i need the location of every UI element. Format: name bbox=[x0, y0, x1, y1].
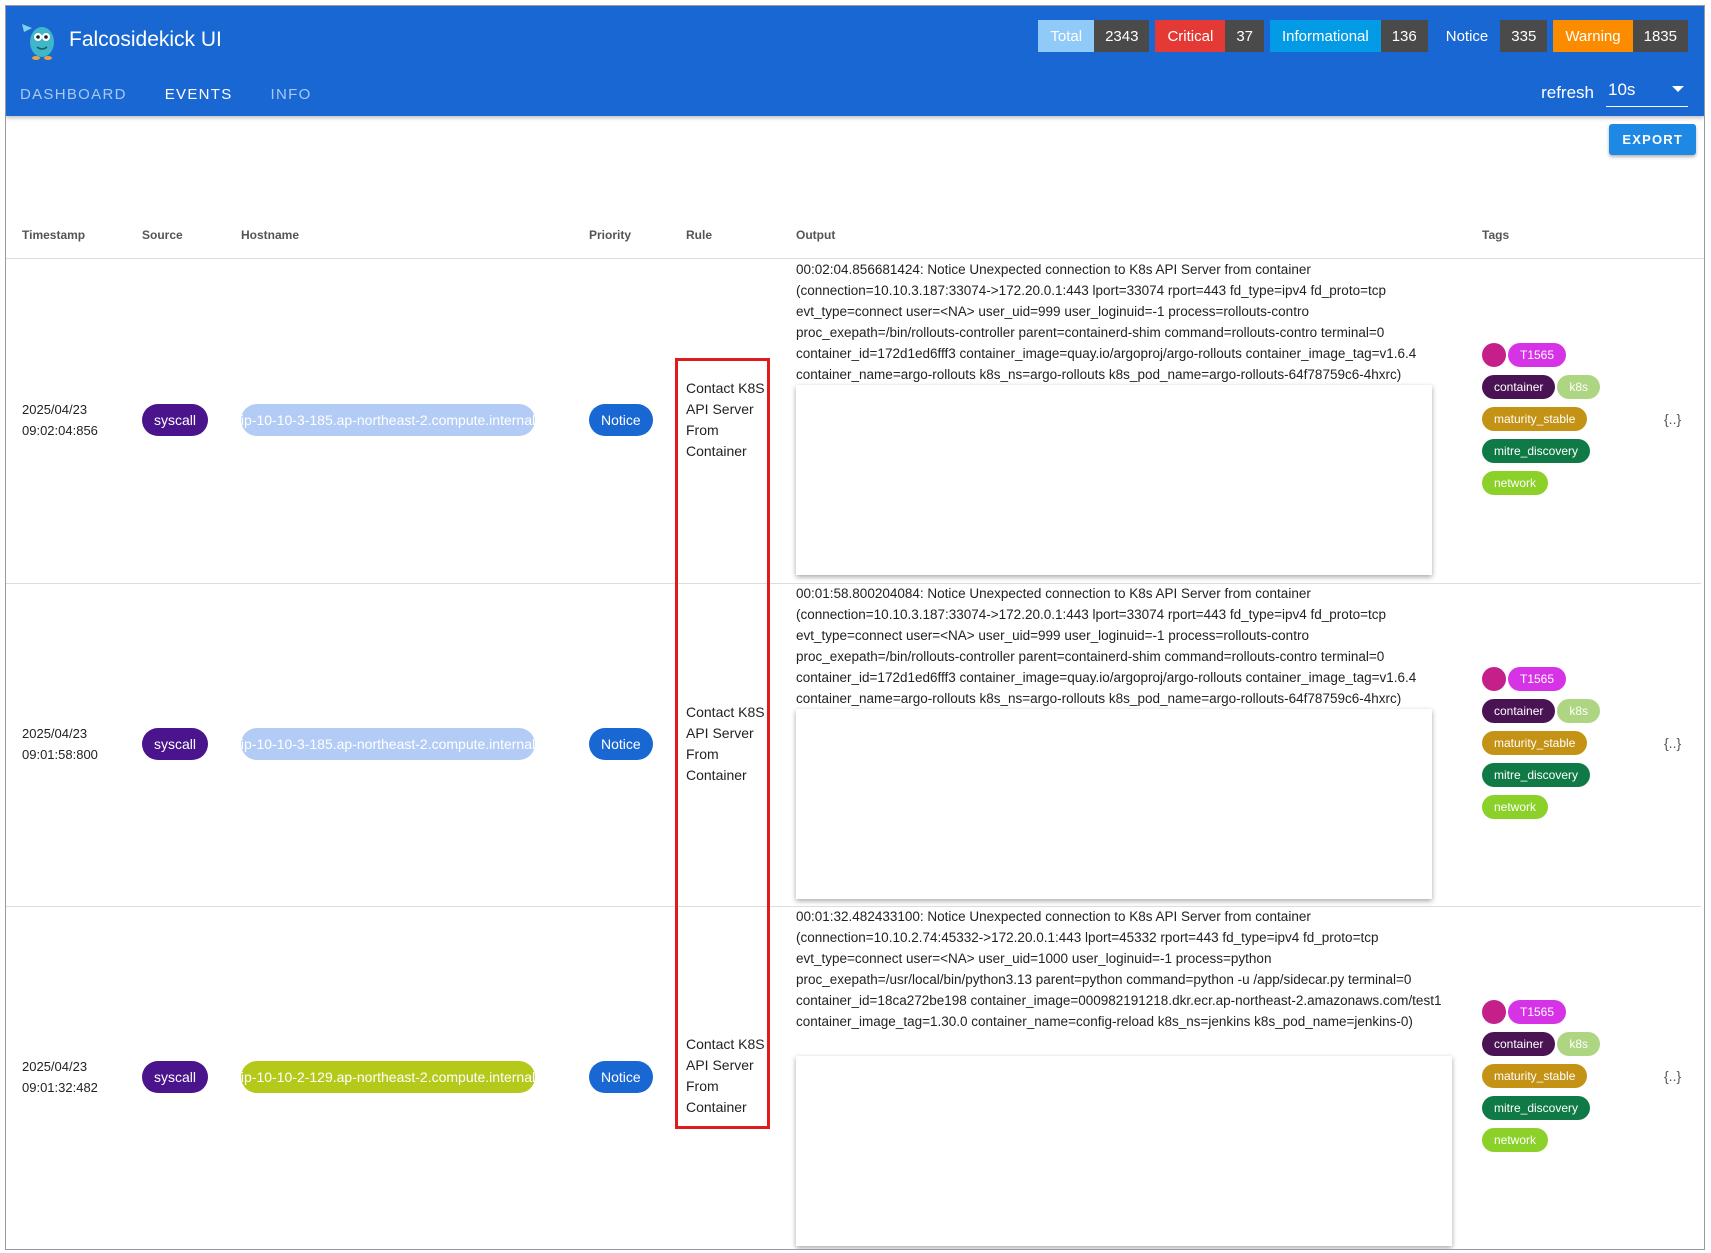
header-priority[interactable]: Priority bbox=[589, 228, 631, 242]
refresh-control: refresh 10s bbox=[1541, 78, 1688, 107]
nav-tabs: DASHBOARD EVENTS INFO bbox=[14, 78, 344, 115]
tag-chip[interactable]: maturity_stable bbox=[1482, 731, 1588, 755]
timestamp-time: 09:02:04:856 bbox=[22, 423, 98, 438]
table-row[interactable]: 2025/04/23 09:01:32:482 syscall ip-10-10… bbox=[6, 906, 1701, 1249]
tag-chip[interactable]: T1565 bbox=[1508, 667, 1567, 691]
output-popup-panel bbox=[796, 709, 1432, 899]
counter-value: 1835 bbox=[1632, 20, 1688, 52]
tab-dashboard[interactable]: DASHBOARD bbox=[14, 78, 147, 115]
output-cell: 00:02:04.856681424: Notice Unexpected co… bbox=[796, 262, 1417, 382]
hostname-chip[interactable]: ip-10-10-3-185.ap-northeast-2.compute.in… bbox=[241, 404, 535, 436]
json-view-icon[interactable]: {..} bbox=[1664, 1068, 1681, 1084]
tag-chip[interactable]: k8s bbox=[1557, 375, 1601, 399]
counter-value: 335 bbox=[1500, 20, 1548, 52]
priority-chip[interactable]: Notice bbox=[589, 404, 653, 436]
counter-warning[interactable]: Warning 1835 bbox=[1553, 20, 1688, 52]
table-row[interactable]: 2025/04/23 09:01:58:800 syscall ip-10-10… bbox=[6, 583, 1701, 907]
counter-informational[interactable]: Informational 136 bbox=[1270, 20, 1428, 52]
timestamp-date: 2025/04/23 bbox=[22, 402, 88, 417]
tag-chip[interactable]: container bbox=[1482, 1032, 1556, 1056]
app-title: Falcosidekick UI bbox=[69, 28, 222, 51]
counter-value: 2343 bbox=[1094, 20, 1150, 52]
refresh-value: 10s bbox=[1608, 80, 1636, 99]
tag-chip[interactable]: container bbox=[1482, 375, 1556, 399]
falco-logo-icon bbox=[22, 24, 54, 60]
timestamp-time: 09:01:32:482 bbox=[22, 1080, 98, 1095]
output-popup-panel bbox=[796, 385, 1432, 575]
tag-color-dot bbox=[1482, 667, 1506, 691]
timestamp-date: 2025/04/23 bbox=[22, 726, 88, 741]
tab-events[interactable]: EVENTS bbox=[159, 78, 253, 115]
counter-value: 136 bbox=[1380, 20, 1428, 52]
counters-bar: Total 2343 Critical 37 Informational 136… bbox=[1038, 20, 1688, 52]
tags-cell: T1565 container k8s maturity_stable mitre… bbox=[1482, 1000, 1612, 1160]
tag-chip[interactable]: T1565 bbox=[1508, 1000, 1567, 1024]
header-output[interactable]: Output bbox=[796, 228, 835, 242]
tab-info[interactable]: INFO bbox=[265, 78, 332, 115]
tag-chip[interactable]: network bbox=[1482, 1128, 1549, 1152]
app-bar: Falcosidekick UI Total 2343 Critical 37 … bbox=[6, 6, 1704, 116]
tag-chip[interactable]: T1565 bbox=[1508, 343, 1567, 367]
timestamp-cell: 2025/04/23 09:01:32:482 bbox=[22, 1056, 98, 1098]
tag-chip[interactable]: container bbox=[1482, 699, 1556, 723]
source-chip[interactable]: syscall bbox=[142, 1061, 209, 1093]
priority-chip[interactable]: Notice bbox=[589, 728, 653, 760]
tag-chip[interactable]: mitre_discovery bbox=[1482, 1096, 1591, 1120]
tag-chip[interactable]: k8s bbox=[1557, 699, 1601, 723]
counter-label: Critical bbox=[1155, 20, 1226, 52]
tag-chip[interactable]: maturity_stable bbox=[1482, 407, 1588, 431]
header-tags[interactable]: Tags bbox=[1482, 228, 1509, 242]
timestamp-time: 09:01:58:800 bbox=[22, 747, 98, 762]
output-cell: 00:01:58.800204084: Notice Unexpected co… bbox=[796, 586, 1417, 706]
tag-chip[interactable]: mitre_discovery bbox=[1482, 439, 1591, 463]
hostname-chip[interactable]: ip-10-10-2-129.ap-northeast-2.compute.in… bbox=[241, 1061, 535, 1093]
refresh-label: refresh bbox=[1541, 82, 1594, 102]
tag-chip[interactable]: network bbox=[1482, 795, 1549, 819]
counter-critical[interactable]: Critical 37 bbox=[1155, 20, 1264, 52]
header-source[interactable]: Source bbox=[142, 228, 183, 242]
counter-label: Total bbox=[1038, 20, 1095, 52]
timestamp-cell: 2025/04/23 09:02:04:856 bbox=[22, 399, 98, 441]
counter-value: 37 bbox=[1225, 20, 1264, 52]
header-rule[interactable]: Rule bbox=[686, 228, 712, 242]
app-window: Falcosidekick UI Total 2343 Critical 37 … bbox=[5, 5, 1705, 1250]
rule-column-highlight bbox=[675, 358, 770, 1129]
json-view-icon[interactable]: {..} bbox=[1664, 411, 1681, 427]
tag-chip[interactable]: maturity_stable bbox=[1482, 1064, 1588, 1088]
counter-notice[interactable]: Notice 335 bbox=[1433, 20, 1548, 52]
chevron-down-icon bbox=[1672, 86, 1684, 92]
tag-chip[interactable]: network bbox=[1482, 471, 1549, 495]
export-button[interactable]: EXPORT bbox=[1609, 124, 1696, 155]
header-hostname[interactable]: Hostname bbox=[241, 228, 299, 242]
timestamp-cell: 2025/04/23 09:01:58:800 bbox=[22, 723, 98, 765]
priority-chip[interactable]: Notice bbox=[589, 1061, 653, 1093]
tag-color-dot bbox=[1482, 1000, 1506, 1024]
tag-color-dot bbox=[1482, 343, 1506, 367]
timestamp-date: 2025/04/23 bbox=[22, 1059, 88, 1074]
counter-label: Warning bbox=[1553, 20, 1633, 52]
output-popup-panel bbox=[796, 1056, 1452, 1246]
source-chip[interactable]: syscall bbox=[142, 404, 209, 436]
tags-cell: T1565 container k8s maturity_stable mitre… bbox=[1482, 667, 1612, 827]
source-chip[interactable]: syscall bbox=[142, 728, 209, 760]
counter-label: Notice bbox=[1433, 20, 1501, 52]
json-view-icon[interactable]: {..} bbox=[1664, 735, 1681, 751]
output-cell: 00:01:32.482433100: Notice Unexpected co… bbox=[796, 909, 1442, 1029]
table-header: Timestamp Source Hostname Priority Rule … bbox=[6, 218, 1704, 259]
tag-chip[interactable]: mitre_discovery bbox=[1482, 763, 1591, 787]
counter-total[interactable]: Total 2343 bbox=[1038, 20, 1150, 52]
tag-chip[interactable]: k8s bbox=[1557, 1032, 1601, 1056]
refresh-select[interactable]: 10s bbox=[1606, 78, 1688, 107]
table-row[interactable]: 2025/04/23 09:02:04:856 syscall ip-10-10… bbox=[6, 259, 1701, 584]
tags-cell: T1565 container k8s maturity_stable mitre… bbox=[1482, 343, 1612, 503]
hostname-chip[interactable]: ip-10-10-3-185.ap-northeast-2.compute.in… bbox=[241, 728, 535, 760]
counter-label: Informational bbox=[1270, 20, 1381, 52]
header-timestamp[interactable]: Timestamp bbox=[22, 228, 85, 242]
